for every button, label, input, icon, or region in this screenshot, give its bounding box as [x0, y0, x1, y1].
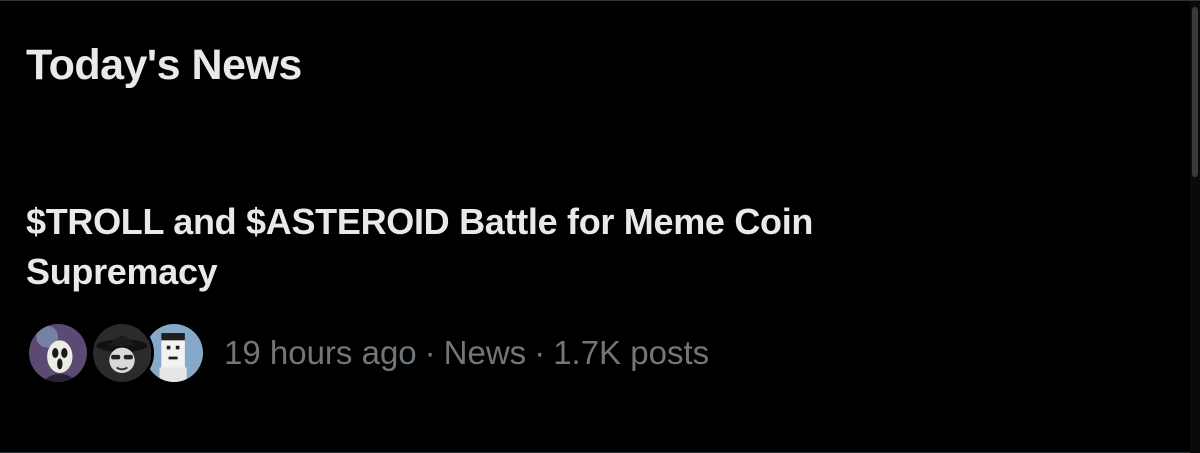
meta-separator: · [424, 334, 436, 371]
scrollbar[interactable] [1190, 1, 1200, 453]
hat-character-avatar-icon [90, 321, 154, 385]
time-ago: 19 hours ago [224, 334, 417, 371]
section-title: Today's News [26, 41, 302, 89]
scrollbar-thumb[interactable] [1192, 7, 1198, 177]
news-headline[interactable]: $TROLL and $ASTEROID Battle for Meme Coi… [26, 197, 906, 297]
news-meta-row: 19 hours ago · News · 1.7K posts [26, 321, 709, 385]
news-category: News [443, 334, 527, 371]
news-meta-text: 19 hours ago · News · 1.7K posts [224, 334, 709, 372]
avatar-stack [26, 321, 206, 385]
meta-separator: · [534, 334, 546, 371]
ghostface-avatar-icon [26, 321, 90, 385]
news-card: Today's News $TROLL and $ASTEROID Battle… [0, 0, 1200, 453]
news-item[interactable]: $TROLL and $ASTEROID Battle for Meme Coi… [0, 181, 1176, 421]
post-count: 1.7K posts [553, 334, 710, 371]
